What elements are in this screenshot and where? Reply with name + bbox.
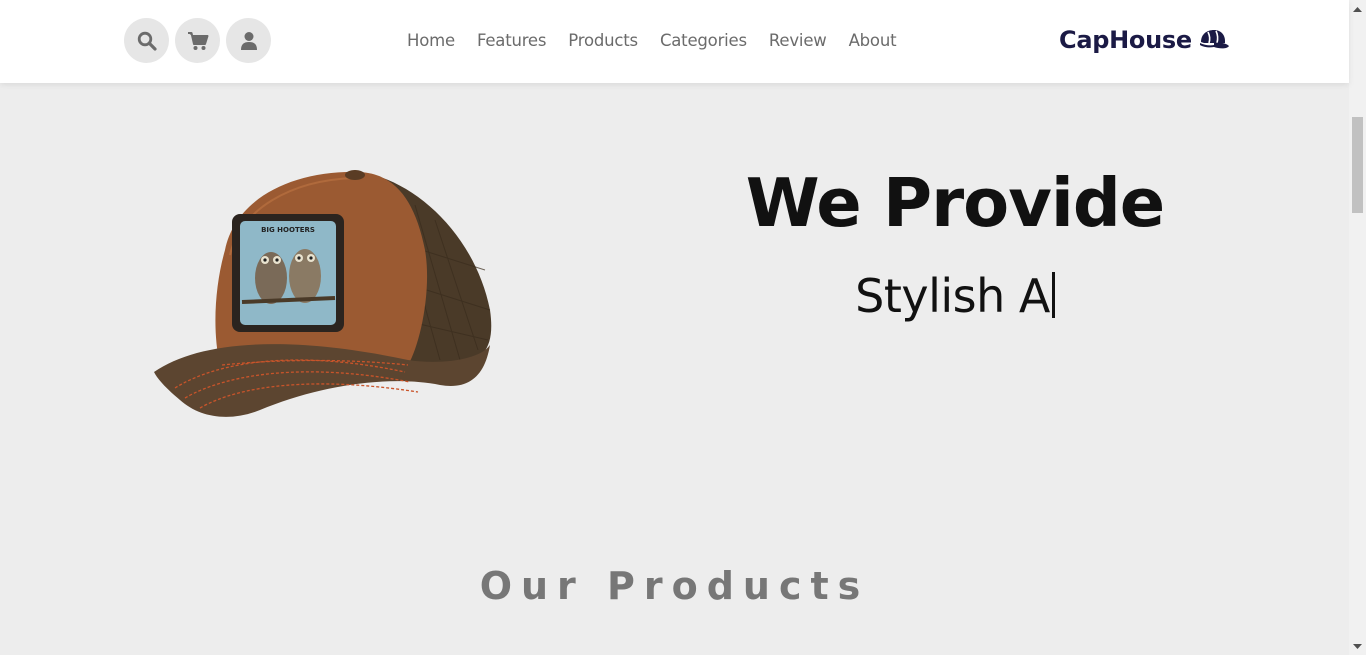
nav-home[interactable]: Home (407, 30, 455, 54)
svg-text:BIG HOOTERS: BIG HOOTERS (261, 226, 315, 234)
scrollbar-thumb[interactable] (1352, 117, 1363, 213)
typing-cursor (1051, 272, 1055, 318)
scroll-up-arrow-icon[interactable] (1349, 0, 1366, 17)
hero-title: We Provide (745, 164, 1166, 242)
hero-cap-image: BIG HOOTERS (154, 170, 492, 417)
search-icon (137, 31, 157, 51)
brand-logo[interactable]: CapHouse (1059, 26, 1230, 54)
nav-categories[interactable]: Categories (660, 30, 747, 54)
shopping-cart-icon (187, 31, 208, 50)
header: Home Features Products Categories Review… (0, 0, 1349, 83)
nav-about[interactable]: About (849, 30, 897, 54)
cart-button[interactable] (175, 18, 220, 63)
cap-icon (1199, 30, 1229, 49)
brand-name: CapHouse (1059, 26, 1192, 54)
nav-products[interactable]: Products (568, 30, 638, 54)
nav-features[interactable]: Features (477, 30, 547, 54)
search-button[interactable] (124, 18, 169, 63)
hero-subtitle: Stylish A (740, 268, 1170, 324)
main-nav: Home Features Products Categories Review… (407, 30, 918, 54)
user-icon (240, 31, 257, 50)
user-button[interactable] (226, 18, 271, 63)
page: Home Features Products Categories Review… (0, 0, 1349, 655)
scroll-down-arrow-icon[interactable] (1349, 638, 1366, 655)
nav-review[interactable]: Review (769, 30, 827, 54)
browser-viewport: Home Features Products Categories Review… (0, 0, 1366, 655)
vertical-scrollbar[interactable] (1349, 0, 1366, 655)
products-section-title: Our Products (479, 564, 870, 608)
hero-typed-text: Stylish A (855, 269, 1050, 323)
